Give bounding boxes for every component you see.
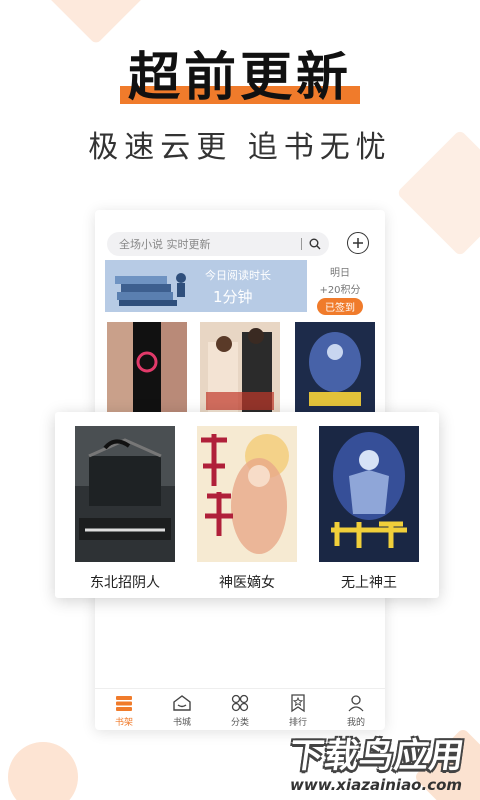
add-button[interactable] bbox=[347, 232, 369, 254]
featured-books-popup: 东北招阴人 神医嫡女 无上神王 bbox=[55, 412, 439, 598]
search-divider bbox=[301, 238, 302, 250]
book-title: 无上神王 bbox=[341, 575, 397, 591]
tab-label: 我的 bbox=[346, 718, 365, 728]
ranking-icon bbox=[291, 694, 305, 713]
tab-label: 书架 bbox=[114, 718, 133, 728]
bottom-tab-bar: 书架 书城 分类 排行 我的 bbox=[95, 688, 385, 730]
bookshelf-icon bbox=[116, 696, 132, 711]
checkin-day: 明日 bbox=[330, 268, 350, 279]
checkin-button[interactable]: 已签到 bbox=[317, 298, 363, 315]
book-cover[interactable] bbox=[197, 426, 297, 562]
decor-circle-bottom-left bbox=[0, 727, 93, 800]
promo-subline: 极速云更 追书无忧 bbox=[88, 130, 392, 165]
plus-icon bbox=[353, 238, 363, 248]
book-cover[interactable] bbox=[319, 426, 419, 562]
book-cover[interactable] bbox=[75, 426, 175, 562]
tab-label: 书城 bbox=[172, 718, 191, 728]
book-card[interactable]: 东北招阴人 bbox=[75, 426, 175, 592]
tab-bookstore[interactable]: 书城 bbox=[153, 689, 211, 730]
promo-headline-text: 超前更新 bbox=[127, 47, 352, 108]
shelf-book-cover-3[interactable] bbox=[295, 322, 375, 414]
reading-time-title: 今日阅读时长 bbox=[205, 269, 271, 282]
books-illustration-icon bbox=[115, 273, 186, 306]
watermark-url: www.xiazainiao.com bbox=[290, 776, 463, 794]
book-title: 东北招阴人 bbox=[90, 575, 160, 591]
checkin-panel: 明日 +20积分 已签到 bbox=[307, 260, 373, 315]
watermark-brand: 下载鸟应用 bbox=[286, 736, 468, 776]
book-title: 神医嫡女 bbox=[219, 575, 275, 591]
book-card[interactable]: 神医嫡女 bbox=[197, 426, 297, 592]
category-icon bbox=[231, 694, 249, 712]
bookstore-icon bbox=[173, 695, 191, 711]
tab-profile[interactable]: 我的 bbox=[327, 689, 385, 730]
reading-time-banner[interactable]: 今日阅读时长 1分钟 bbox=[105, 260, 307, 312]
watermark: 下载鸟应用 www.xiazainiao.com bbox=[286, 728, 478, 800]
tab-bookshelf[interactable]: 书架 bbox=[95, 689, 153, 730]
promo-headline: 超前更新 bbox=[119, 47, 360, 108]
tab-label: 排行 bbox=[288, 718, 307, 728]
checkin-points: +20积分 bbox=[319, 285, 361, 296]
profile-icon bbox=[348, 695, 364, 712]
search-bar[interactable]: 全场小说 实时更新 bbox=[107, 232, 329, 256]
tab-label: 分类 bbox=[230, 718, 249, 728]
decor-diamond-top bbox=[45, 0, 147, 45]
promo-header: 超前更新 bbox=[0, 48, 480, 108]
search-icon[interactable] bbox=[309, 238, 321, 250]
reading-time-value: 1分钟 bbox=[213, 288, 253, 306]
tab-category[interactable]: 分类 bbox=[211, 689, 269, 730]
shelf-book-cover-2[interactable] bbox=[200, 322, 280, 414]
search-placeholder: 全场小说 实时更新 bbox=[119, 238, 211, 251]
book-card[interactable]: 无上神王 bbox=[319, 426, 419, 592]
tab-ranking[interactable]: 排行 bbox=[269, 689, 327, 730]
shelf-book-cover-1[interactable] bbox=[107, 322, 187, 414]
